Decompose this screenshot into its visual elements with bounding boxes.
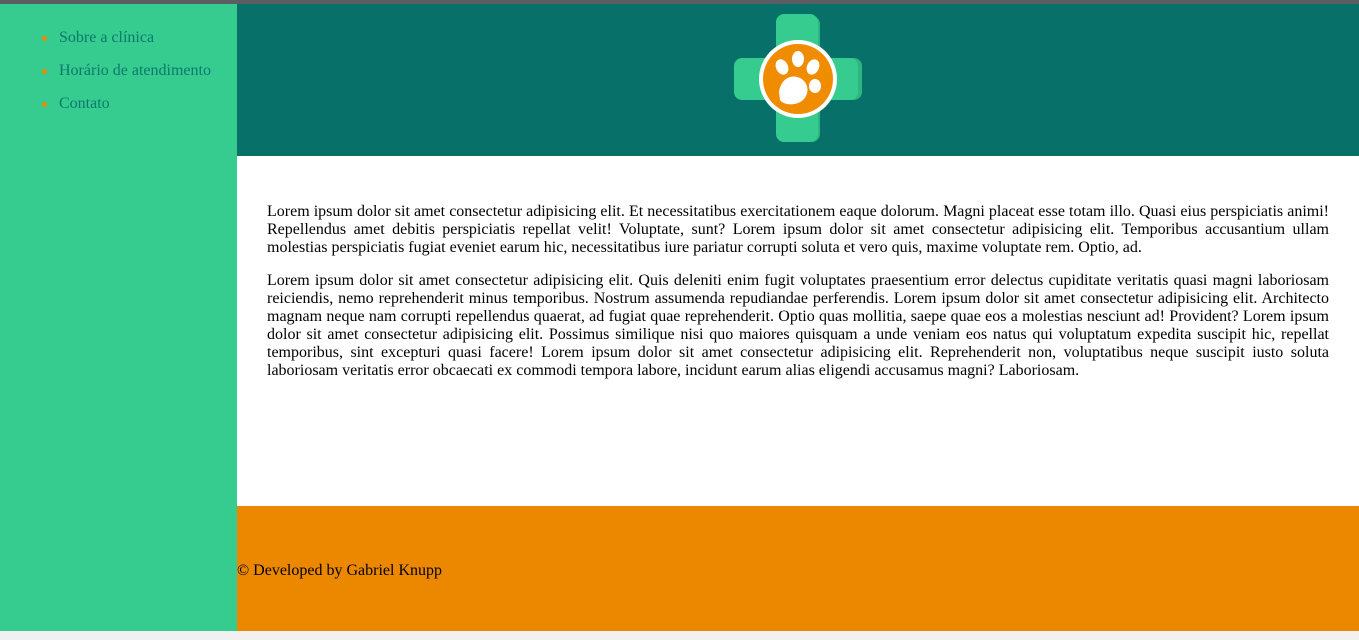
content-paragraph-2: Lorem ipsum dolor sit amet consectetur a… bbox=[267, 272, 1329, 379]
veterinary-cross-paw-icon bbox=[734, 14, 864, 149]
main-content: Lorem ipsum dolor sit amet consectetur a… bbox=[237, 156, 1359, 506]
footer-copyright: © Developed by Gabriel Knupp bbox=[237, 562, 442, 579]
bullet-icon bbox=[42, 102, 47, 107]
sidebar: Sobre a clínica Horário de atendimento C… bbox=[0, 4, 237, 631]
header bbox=[237, 4, 1359, 156]
sidebar-link-horario[interactable]: Horário de atendimento bbox=[59, 61, 211, 81]
footer: © Developed by Gabriel Knupp bbox=[237, 506, 1359, 631]
bullet-icon bbox=[42, 69, 47, 74]
content-paragraph-1: Lorem ipsum dolor sit amet consectetur a… bbox=[267, 203, 1329, 256]
sidebar-link-sobre[interactable]: Sobre a clínica bbox=[59, 28, 154, 48]
bullet-icon bbox=[42, 36, 47, 41]
page-bottom-strip bbox=[0, 631, 1359, 640]
sidebar-link-contato[interactable]: Contato bbox=[59, 94, 110, 114]
